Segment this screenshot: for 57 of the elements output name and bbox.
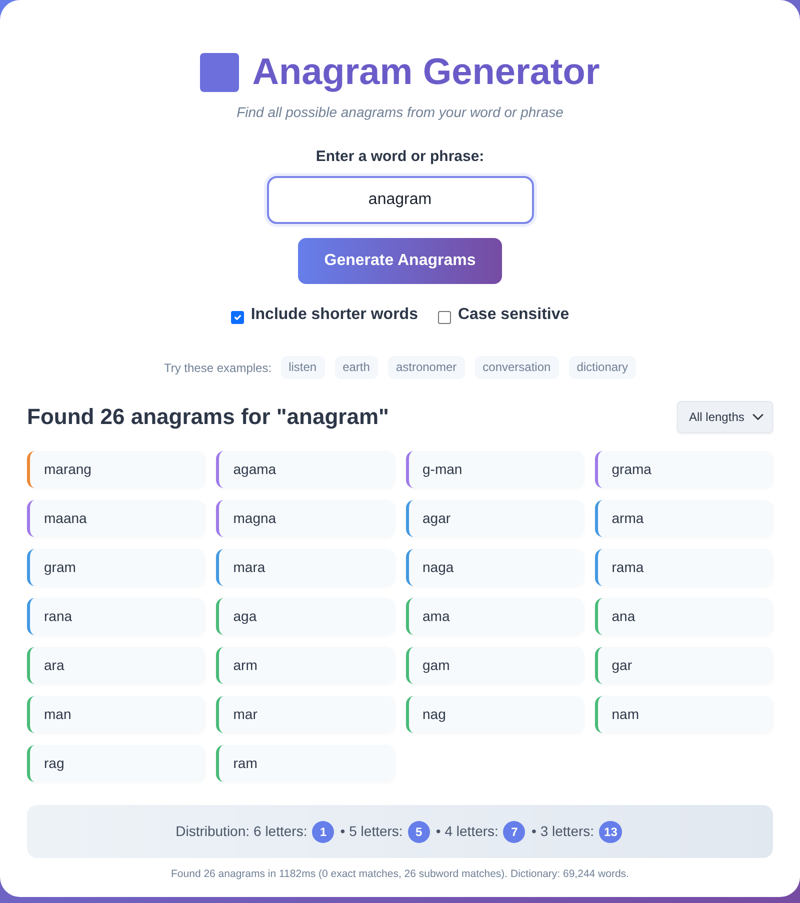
separator-dot: • (340, 822, 346, 841)
separator-dot: • (436, 822, 441, 841)
example-chip[interactable]: earth (334, 356, 378, 379)
word-tile[interactable]: agar (406, 500, 584, 537)
word-tile[interactable]: aga (216, 598, 394, 635)
count-badge: 7 (503, 820, 526, 842)
app-title: Anagram Generator (252, 52, 600, 92)
results-heading: Found 26 anagrams for "anagram" (27, 404, 389, 430)
word-tile[interactable]: nam (594, 696, 773, 733)
distribution-label: Distribution: (176, 822, 250, 841)
word-tile[interactable]: ram (216, 745, 394, 782)
footer-stats: Found 26 anagrams in 1182ms (0 exact matches, 26 subword matches). Dictionary: 69,244 words. (170, 867, 630, 882)
word-tile[interactable]: rana (27, 598, 206, 635)
checkbox[interactable] (230, 310, 244, 324)
word-tile[interactable]: nag (406, 696, 584, 733)
checkbox[interactable] (438, 310, 451, 324)
word-tile[interactable]: mar (216, 696, 394, 733)
example-chip[interactable]: conversation (474, 356, 559, 379)
examples-label: Try these examples: (164, 360, 272, 376)
letters-label: 3 letters: (540, 822, 594, 841)
letters-label: 6 letters: (254, 822, 308, 841)
word-tile[interactable]: gam (406, 647, 584, 684)
word-tile[interactable]: gar (594, 647, 773, 684)
word-tile[interactable]: g-man (406, 451, 584, 488)
word-tile[interactable]: ana (594, 598, 773, 635)
example-chip[interactable]: astronomer (388, 356, 465, 379)
word-tile[interactable]: rag (27, 745, 206, 782)
word-tile[interactable]: rama (594, 549, 773, 586)
letters-label: 5 letters: (349, 822, 403, 841)
word-tile[interactable]: maana (27, 500, 206, 537)
subtitle: Find all possible anagrams from your word or phrase (236, 103, 564, 122)
word-tile[interactable]: ama (406, 598, 584, 635)
example-chip[interactable]: dictionary (568, 356, 636, 379)
word-tile[interactable]: naga (406, 549, 584, 586)
count-badge: 5 (408, 820, 430, 842)
length-filter-select[interactable]: All lengths (677, 401, 773, 433)
input-label: Enter a word or phrase: (314, 147, 486, 167)
word-tile[interactable]: man (27, 696, 206, 733)
count-badge: 13 (599, 820, 622, 842)
checkbox-label[interactable]: Case sensitive (458, 303, 570, 327)
square-icon (200, 52, 240, 92)
word-tile[interactable]: magna (216, 500, 394, 537)
checkbox-label[interactable]: Include shorter words (250, 303, 418, 327)
word-input-field[interactable]: anagram (266, 176, 534, 224)
word-tile[interactable]: arm (216, 647, 394, 684)
generate-button[interactable]: Generate Anagrams (298, 238, 502, 284)
word-tile[interactable]: arma (594, 500, 773, 537)
example-chip[interactable]: listen (280, 356, 325, 379)
letters-label: 4 letters: (444, 822, 498, 841)
count-badge: 1 (312, 820, 334, 842)
word-tile[interactable]: grama (594, 451, 773, 488)
word-tile[interactable]: marang (27, 451, 206, 488)
word-tile[interactable]: ara (27, 647, 206, 684)
word-tile[interactable]: gram (27, 549, 206, 586)
word-tile[interactable]: mara (216, 549, 394, 586)
separator-dot: • (531, 822, 536, 841)
word-tile[interactable]: agama (216, 451, 394, 488)
